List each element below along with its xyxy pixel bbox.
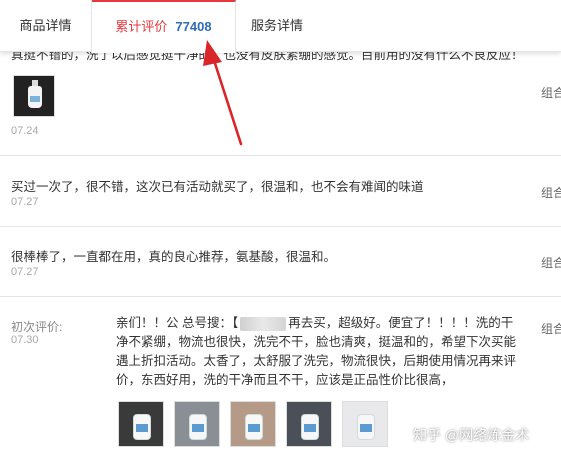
bottle-label-shape [304, 424, 316, 432]
blurred-text [240, 316, 287, 331]
review-text: 很棒棒了，一直都在用，真的良心推荐，氨基酸，很温和。 [11, 250, 337, 264]
review-divider [0, 226, 561, 227]
watermark: 知乎 @网络炼金术 [413, 427, 530, 443]
review-divider [0, 155, 561, 156]
bottle-label-shape [192, 424, 204, 432]
review-photo-thumbnail[interactable] [118, 401, 164, 447]
tab-service-details[interactable]: 服务详情 [236, 0, 318, 52]
review-count: 77408 [175, 19, 212, 34]
review-text: 买过一次了，很不错，这次已有活动就买了，很温和，也不会有难闻的味道 [11, 180, 424, 194]
review-date: 07.24 [11, 125, 39, 137]
tab-product-details[interactable]: 商品详情 [0, 0, 92, 52]
review-photo-thumbnail[interactable] [342, 401, 388, 447]
review-divider [0, 296, 561, 297]
review-date: 07.27 [11, 196, 39, 208]
bottle-label-shape [30, 96, 40, 102]
review-date: 07.27 [11, 266, 39, 278]
review-sku: 组合 [541, 186, 561, 200]
first-review-label: 初次评价: [11, 320, 63, 334]
review-sku: 组合 [541, 256, 561, 270]
bottle-label-shape [248, 424, 260, 432]
bottle-label-shape [360, 424, 372, 432]
tab-reviews-label: 累计评价 [115, 19, 168, 34]
review-image-thumbnail[interactable] [13, 75, 55, 117]
review-text-part: 亲们！！公 总号搜：【 [116, 316, 239, 330]
bottle-label-shape [136, 424, 148, 432]
review-photo-thumbnail[interactable] [286, 401, 332, 447]
review-photo-thumbnail[interactable] [230, 401, 276, 447]
review-sku: 组合 [541, 86, 561, 100]
tab-reviews[interactable]: 累计评价 77408 [92, 0, 236, 53]
tab-bar: 商品详情 累计评价 77408 服务详情 [0, 0, 561, 53]
review-text: 亲们！！公 总号搜：【 再去买，超级好。便宜了！！！！洗的干净不紧绷，物流也很快，… [116, 314, 516, 390]
review-sku: 组合 [541, 322, 561, 336]
review-photo-thumbnail[interactable] [174, 401, 220, 447]
review-date: 07.30 [11, 334, 39, 346]
